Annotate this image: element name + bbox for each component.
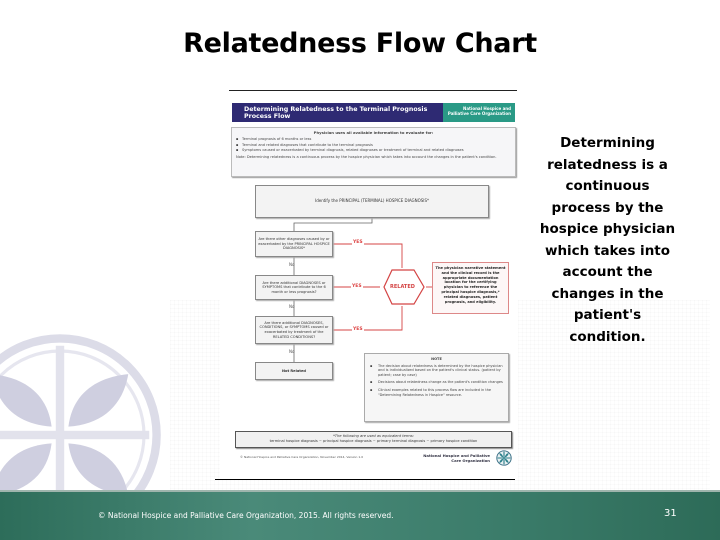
divider-top [229,90,517,91]
no-label: No [289,262,295,267]
no-label: No [289,349,295,354]
footer-copyright: © National Hospice and Palliative Care O… [98,511,394,520]
equivalent-terms-box: *The following are used as equivalent te… [235,431,512,448]
side-caption: Determining relatedness is a continuous … [539,135,676,345]
note-item: Decisions about relatedness change as th… [370,380,503,385]
slide-title: Relatedness Flow Chart [183,28,537,59]
info-note: Note: Determining relatedness is a conti… [236,155,497,159]
info-item: Terminal prognosis of 6 months or less [236,137,511,141]
note-heading: NOTE [431,357,442,361]
not-related-outcome: Not Related [255,362,333,380]
note-list: The decision about relatedness is determ… [370,364,503,398]
no-label: No [289,304,295,309]
note-box: NOTE The decision about relatedness is d… [364,353,509,422]
yes-label: YES [352,240,364,245]
flowchart-header-title: Determining Relatedness to the Terminal … [232,103,443,122]
info-heading: Physician uses all available information… [313,130,434,135]
related-label: RELATED [390,284,415,290]
flowchart-header-org: National Hospice and Palliative Care Org… [443,103,515,122]
equivalent-terms: terminal hospice diagnosis ~ principal h… [269,439,478,443]
yes-label: YES [352,327,364,332]
info-item: Terminal and related diagnoses that cont… [236,143,511,147]
flowchart-copyright: © National Hospice and Palliative Care O… [240,455,364,459]
divider-bottom [215,479,515,480]
page-number: 31 [664,508,677,519]
nhpco-logo-icon [496,450,512,466]
documentation-explanation-box: The physician narrative statement and th… [432,262,509,314]
principal-diagnosis-step: Identify the PRINCIPAL (TERMINAL) HOSPIC… [255,185,489,218]
info-list: Terminal prognosis of 6 months or less T… [236,137,511,152]
info-item: Symptoms caused or exacerbated by termin… [236,148,511,152]
question-other-diagnoses: Are there other diagnoses caused by or e… [255,231,333,257]
question-treatment-conditions: Are there additional DIAGNOSES, CONDITIO… [255,316,333,344]
flowchart-footer-org: National Hospice and Palliative Care Org… [423,453,490,463]
flowchart-info-box: Physician uses all available information… [231,127,516,177]
yes-label: YES [351,284,363,289]
flowchart-header: Determining Relatedness to the Terminal … [232,103,515,122]
question-additional-diagnoses: Are there additional DIAGNOSES or SYMPTO… [255,275,333,300]
note-item: Clinical examples related to this proces… [370,388,503,397]
note-item: The decision about relatedness is determ… [370,364,503,378]
